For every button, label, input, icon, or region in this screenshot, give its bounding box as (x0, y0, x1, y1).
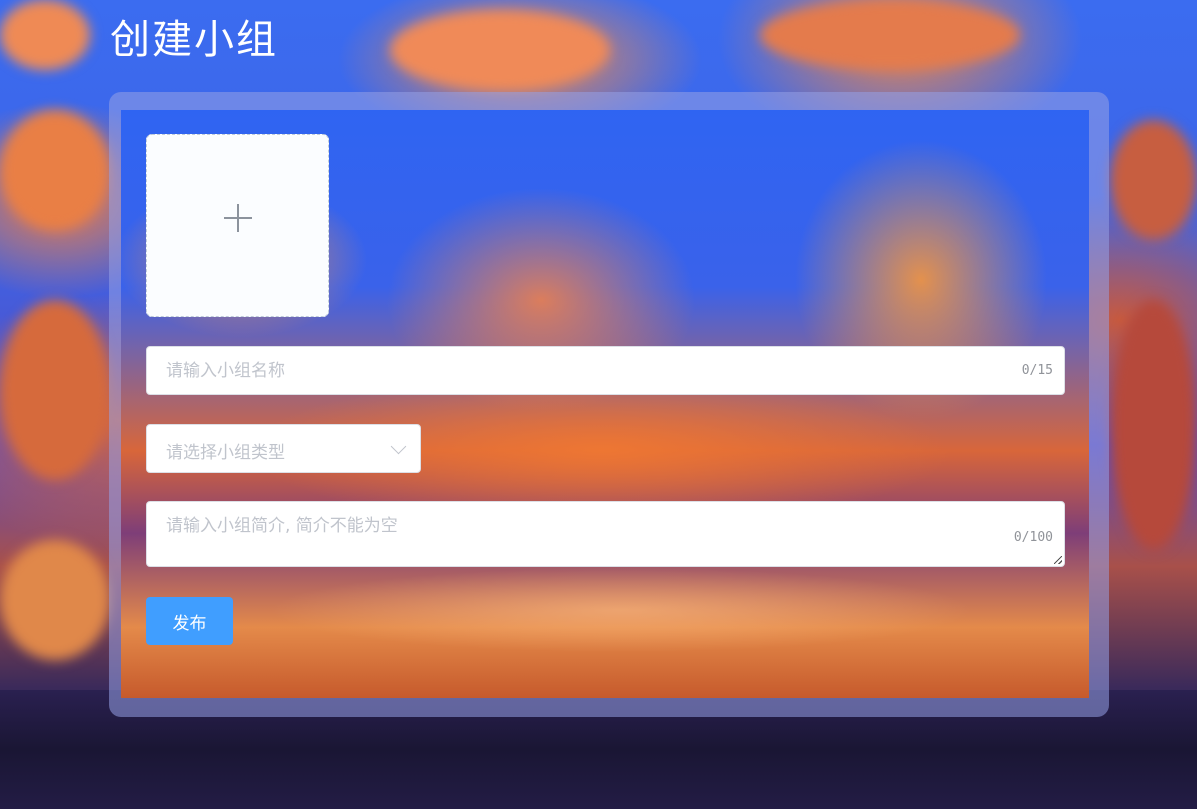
page-title: 创建小组 (110, 17, 278, 63)
chevron-down-icon (390, 438, 407, 455)
resize-handle-icon[interactable] (1054, 556, 1062, 564)
group-name-field: 0/15 (146, 346, 1065, 395)
group-type-select[interactable]: 请选择小组类型 (146, 424, 421, 473)
group-intro-field: 0/100 (146, 501, 1065, 567)
group-name-input[interactable] (147, 347, 1026, 394)
group-type-placeholder: 请选择小组类型 (166, 443, 285, 463)
group-intro-counter: 0/100 (1013, 530, 1053, 545)
avatar-upload[interactable] (146, 134, 329, 317)
plus-icon (224, 204, 252, 232)
group-name-counter: 0/15 (1021, 363, 1053, 378)
group-intro-textarea[interactable] (147, 502, 1047, 566)
publish-button[interactable]: 发布 (146, 597, 233, 645)
